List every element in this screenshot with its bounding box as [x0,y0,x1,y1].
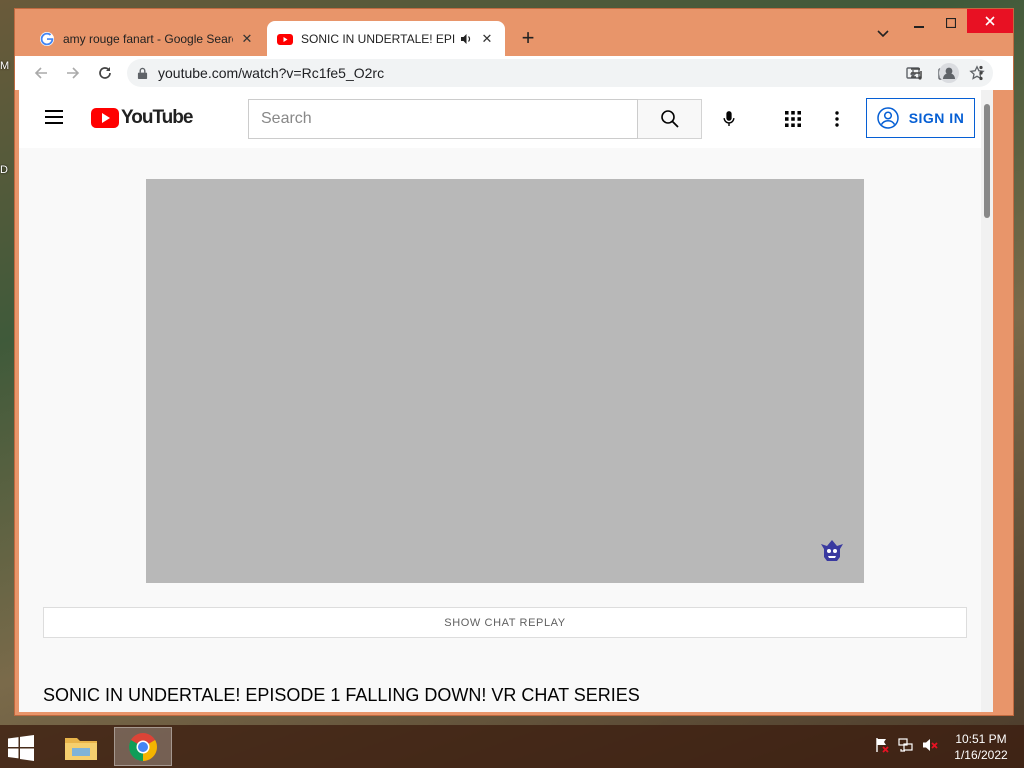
youtube-icon [277,33,293,45]
minimize-button[interactable] [903,9,935,37]
youtube-page: YouTube SIGN IN [19,90,993,712]
tab-title: SONIC IN UNDERTALE! EPISODE 1 FALLING DO… [301,31,455,46]
browser-toolbar: youtube.com/watch?v=Rc1fe5_O2rc [15,56,1013,90]
clock-time: 10:51 PM [955,732,1007,746]
search-input[interactable] [248,99,638,139]
search-icon [660,110,679,128]
google-icon [40,31,54,46]
video-title: SONIC IN UNDERTALE! EPISODE 1 FALLING DO… [43,685,640,705]
youtube-header: YouTube SIGN IN [19,90,993,148]
apps-grid-icon[interactable] [777,103,809,135]
desktop-edge-label-2: D [0,164,8,176]
clock-date: 1/16/2022 [954,748,1008,762]
profile-avatar-icon[interactable] [933,59,965,87]
tab-google-search[interactable]: amy rouge fanart - Google Search ✕ [29,21,265,56]
forward-arrow-icon[interactable] [57,59,89,87]
browser-menu-icon[interactable] [965,59,997,87]
network-icon[interactable] [898,737,914,758]
new-tab-button[interactable]: + [515,25,541,51]
voice-search-mic-icon[interactable] [713,103,745,135]
sign-in-button[interactable]: SIGN IN [866,98,975,138]
file-explorer-icon[interactable] [52,727,110,766]
windows-start-icon[interactable] [8,735,34,766]
maximize-button[interactable] [935,9,967,37]
channel-watermark-icon[interactable] [820,539,844,563]
speaker-icon[interactable] [459,32,473,46]
browser-window: amy rouge fanart - Google Search ✕ SONIC… [14,8,1014,716]
lock-icon[interactable] [137,67,148,80]
desktop-edge-label-1: M [0,60,10,72]
youtube-play-icon [91,108,119,128]
guide-menu-icon[interactable] [45,110,63,128]
media-control-icon[interactable] [901,59,933,87]
taskbar-clock[interactable]: 10:51 PM 1/16/2022 [948,731,1014,763]
youtube-logo[interactable]: YouTube [91,107,193,129]
address-bar[interactable]: youtube.com/watch?v=Rc1fe5_O2rc [127,59,993,87]
show-chat-replay-button[interactable]: SHOW CHAT REPLAY [43,607,967,638]
action-center-flag-icon[interactable] [874,737,890,758]
page-scrollbar[interactable] [981,90,993,712]
url-text: youtube.com/watch?v=Rc1fe5_O2rc [158,65,385,81]
settings-more-icon[interactable] [825,103,849,135]
chrome-icon[interactable] [114,727,172,766]
close-window-button[interactable] [967,9,1013,33]
windows-taskbar: 10:51 PM 1/16/2022 [0,725,1024,768]
sign-in-label: SIGN IN [908,110,965,126]
tab-title: amy rouge fanart - Google Search [63,31,233,46]
volume-muted-icon[interactable] [922,737,938,758]
back-arrow-icon[interactable] [25,59,57,87]
close-tab-icon[interactable]: ✕ [479,31,495,47]
close-tab-icon[interactable]: ✕ [239,31,255,47]
tab-strip: amy rouge fanart - Google Search ✕ SONIC… [15,9,1013,56]
video-player[interactable] [146,179,864,583]
reload-icon[interactable] [89,59,121,87]
tab-search-chevron-icon[interactable] [877,27,889,41]
youtube-logo-text: YouTube [121,107,193,128]
tab-youtube-video[interactable]: SONIC IN UNDERTALE! EPISODE 1 FALLING DO… [267,21,505,56]
account-icon [876,107,899,129]
search-button[interactable] [638,99,702,139]
scrollbar-thumb[interactable] [984,104,990,218]
